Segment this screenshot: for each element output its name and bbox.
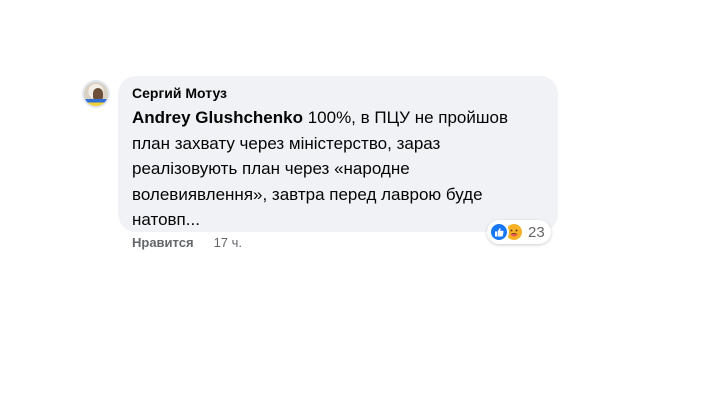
reaction-count: 23 [528,223,545,241]
like-button[interactable]: Нравится [132,235,194,250]
comment-author[interactable]: Сергий Мотуз [132,85,227,101]
comment-timestamp[interactable]: 17 ч. [214,235,242,250]
comment-actions: Нравится 17 ч. [132,235,242,250]
mention-link[interactable]: Andrey Glushchenko [132,108,303,127]
avatar[interactable] [82,80,110,108]
avatar-flag-border [84,99,108,106]
like-icon [489,222,509,242]
reactions-summary[interactable]: 23 [487,220,551,244]
comment-bubble: Сергий Мотуз Andrey Glushchenko 100%, в … [118,76,558,232]
comment-text: Andrey Glushchenko 100%, в ПЦУ не пройшо… [132,105,542,233]
